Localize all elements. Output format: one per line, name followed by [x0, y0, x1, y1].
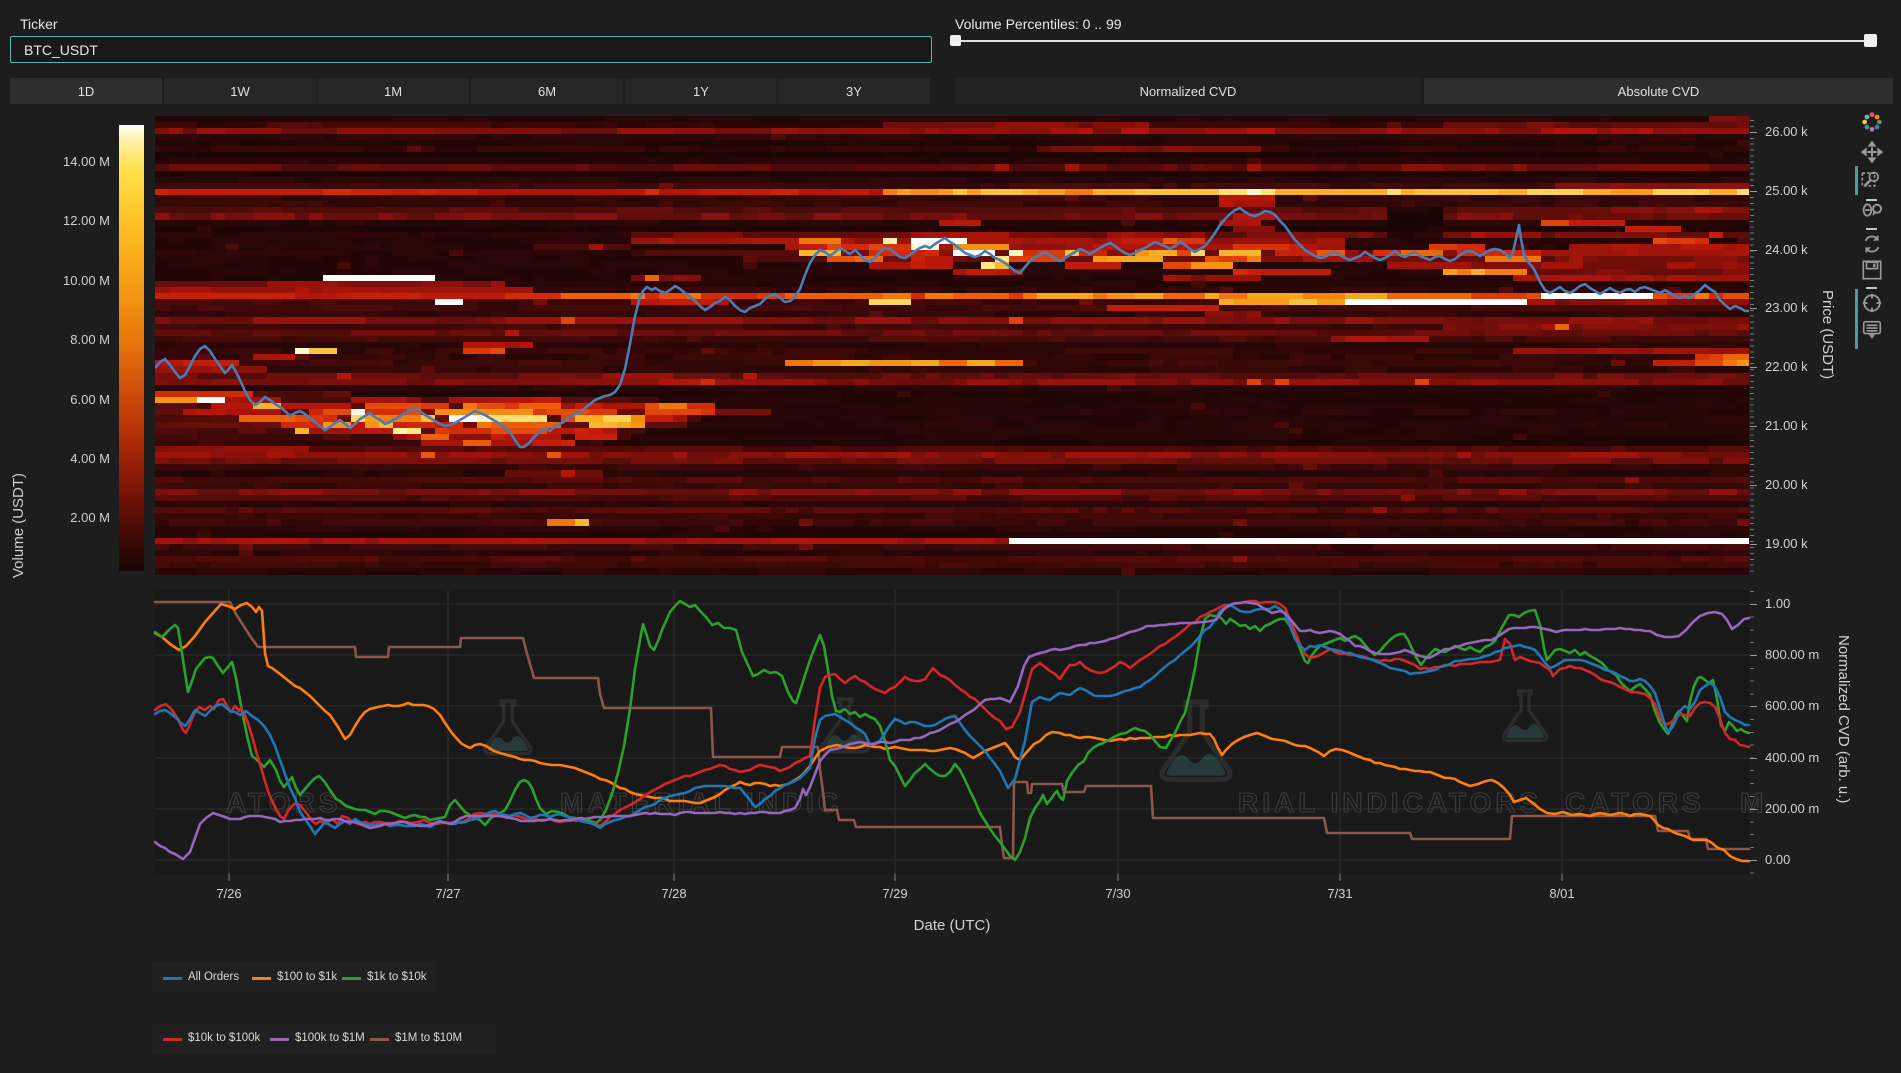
svg-text:ATORS: ATORS: [226, 787, 341, 818]
svg-text:RIAL INDICATORS: RIAL INDICATORS: [1238, 787, 1542, 818]
